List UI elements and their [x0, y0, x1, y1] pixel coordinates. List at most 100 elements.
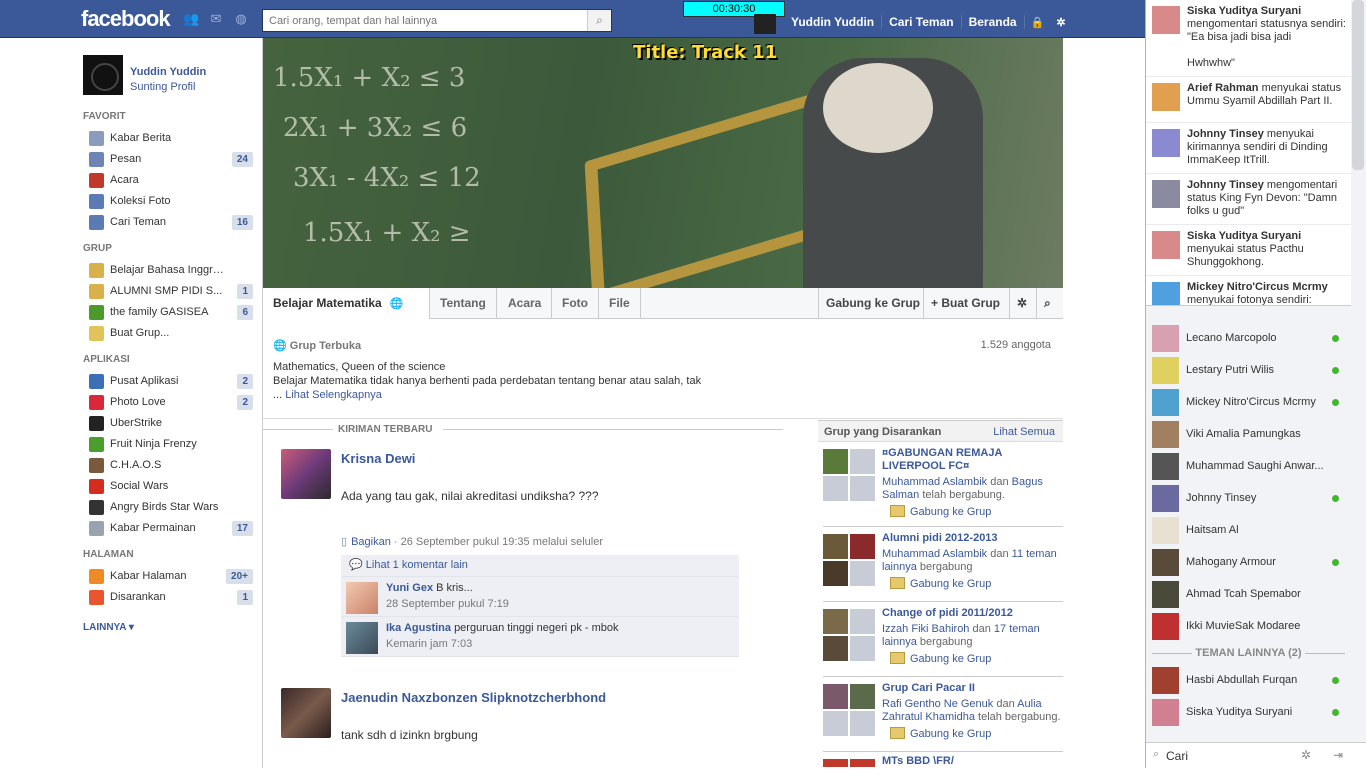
ticker-avatar[interactable]	[1152, 231, 1180, 259]
sidebar-item[interactable]: C.H.A.O.S	[83, 455, 255, 476]
member-link[interactable]: Muhammad Aslambik	[882, 548, 987, 560]
ticker-story[interactable]: Arief Rahman menyukai status Ummu Syamil…	[1146, 77, 1351, 123]
chat-friend[interactable]: Ikki MuvieSak Modaree	[1146, 610, 1351, 642]
notifications-globe-icon[interactable]: ◍	[233, 12, 249, 26]
tab-files[interactable]: File	[599, 288, 641, 319]
join-group-button[interactable]: Gabung ke Grup	[818, 288, 927, 319]
member-thumb[interactable]	[850, 476, 875, 501]
ticker-name[interactable]: Johnny Tinsey	[1187, 128, 1264, 140]
chat-friend[interactable]: Mickey Nitro'Circus Mcrmy	[1146, 386, 1351, 418]
ticker-avatar[interactable]	[1152, 282, 1180, 305]
facebook-logo[interactable]: facebook	[81, 6, 171, 32]
ticker-name[interactable]: Johnny Tinsey	[1187, 179, 1264, 191]
member-link[interactable]: Rafi Gentho Ne Genuk	[882, 698, 993, 710]
sidebar-item[interactable]: ALUMNI SMP PIDI S... 1	[83, 281, 255, 302]
sidebar-item[interactable]: Belajar Bahasa Inggris Bare...	[83, 260, 255, 281]
post-author[interactable]: Jaenudin Naxzbonzen Slipknotzcherbhond	[341, 690, 606, 705]
post-author-avatar[interactable]	[281, 688, 331, 738]
member-thumb[interactable]	[850, 684, 875, 709]
chat-friend[interactable]: Haitsam Al	[1146, 514, 1351, 546]
avatar[interactable]	[754, 14, 776, 34]
ticker-avatar[interactable]	[1152, 129, 1180, 157]
member-link[interactable]: Izzah Fiki Bahiroh	[882, 623, 969, 635]
ticker-avatar[interactable]	[1152, 6, 1180, 34]
member-count[interactable]: 1.529 anggota	[981, 339, 1051, 351]
sidebar-item[interactable]: Kabar Permainan 17	[83, 518, 255, 539]
tab-about[interactable]: Tentang	[430, 288, 497, 319]
chat-friend[interactable]: Lecano Marcopolo	[1146, 322, 1351, 354]
commenter-avatar[interactable]	[346, 622, 378, 654]
sidebar-item[interactable]: Fruit Ninja Frenzy	[83, 434, 255, 455]
sidebar-item[interactable]: the family GASISEA 6	[83, 302, 255, 323]
sidebar-item[interactable]: Acara	[83, 170, 255, 191]
find-friends-link[interactable]: Cari Teman	[882, 15, 962, 29]
ticker-name[interactable]: Siska Yuditya Suryani	[1187, 5, 1301, 17]
chat-search-input[interactable]	[1152, 747, 1292, 765]
commenter-avatar[interactable]	[346, 582, 378, 614]
join-group-link[interactable]: Gabung ke Grup	[890, 652, 991, 665]
sidebar-item[interactable]: Pesan 24	[83, 149, 255, 170]
tab-events[interactable]: Acara	[498, 288, 553, 319]
chat-friend[interactable]: Muhammad Saughi Anwar...	[1146, 450, 1351, 482]
suggested-group-title[interactable]: MTs BBD \FR/	[882, 755, 1062, 768]
commenter-name-link[interactable]: Yuni Gex	[386, 582, 433, 594]
sidebar-item[interactable]: Angry Birds Star Wars	[83, 497, 255, 518]
chat-friend[interactable]: Lestary Putri Wilis	[1146, 354, 1351, 386]
chat-friend[interactable]: Hasbi Abdullah Furqan	[1146, 664, 1351, 696]
messages-icon[interactable]: ✉	[208, 12, 224, 26]
suggested-group-title[interactable]: Change of pidi 2011/2012	[882, 607, 1062, 620]
friend-requests-icon[interactable]: 👥	[183, 12, 199, 26]
join-group-link[interactable]: Gabung ke Grup	[890, 727, 991, 740]
sidebar-item[interactable]: Cari Teman 16	[83, 212, 255, 233]
member-thumb[interactable]	[823, 711, 848, 736]
member-thumb[interactable]	[823, 534, 848, 559]
home-link[interactable]: Beranda	[962, 15, 1025, 29]
ticker-story[interactable]: Mickey Nitro'Circus Mcrmy menyukai foton…	[1146, 276, 1351, 305]
ticker-avatar[interactable]	[1152, 180, 1180, 208]
post-author-avatar[interactable]	[281, 449, 331, 499]
settings-gear-icon[interactable]: ✲	[1009, 288, 1034, 319]
member-thumb[interactable]	[850, 636, 875, 661]
sidebar-item[interactable]: Koleksi Foto	[83, 191, 255, 212]
member-thumb[interactable]	[850, 534, 875, 559]
ticker-story[interactable]: Siska Yuditya Suryani mengomentari statu…	[1146, 0, 1351, 77]
search-icon[interactable]: ⌕	[1036, 288, 1058, 319]
member-thumb[interactable]	[850, 449, 875, 474]
search-icon[interactable]: ⌕	[587, 10, 611, 31]
view-more-comments[interactable]: 💬 Lihat 1 komentar lain	[341, 555, 739, 577]
suggested-group-title[interactable]: Alumni pidi 2012-2013	[882, 532, 1062, 545]
chat-settings-gear-icon[interactable]: ✲	[1301, 748, 1311, 762]
share-link[interactable]: Bagikan	[351, 536, 391, 548]
join-group-link[interactable]: Gabung ke Grup	[890, 577, 991, 590]
sidebar-item[interactable]: Kabar Berita	[83, 128, 255, 149]
ticker-scrollbar[interactable]	[1352, 0, 1364, 170]
ticker-story[interactable]: Johnny Tinsey mengomentari status King F…	[1146, 174, 1351, 225]
sidebar-item[interactable]: Buat Grup...	[83, 323, 255, 344]
chat-friend[interactable]: Viki Amalia Pamungkas	[1146, 418, 1351, 450]
sidebar-item[interactable]: UberStrike	[83, 413, 255, 434]
tab-photos[interactable]: Foto	[552, 288, 599, 319]
group-name-tab[interactable]: Belajar Matematika 🌐	[263, 288, 430, 319]
profile-name[interactable]: Yuddin Yuddin	[130, 66, 206, 78]
join-group-link[interactable]: Gabung ke Grup	[890, 505, 991, 518]
member-thumb[interactable]	[850, 561, 875, 586]
ticker-name[interactable]: Siska Yuditya Suryani	[1187, 230, 1301, 242]
suggested-group-title[interactable]: ¤GABUNGAN REMAJA LIVERPOOL FC¤	[882, 447, 1062, 473]
member-thumb[interactable]	[823, 636, 848, 661]
popout-icon[interactable]: ⇥	[1333, 748, 1343, 762]
sidebar-item[interactable]: Social Wars	[83, 476, 255, 497]
ticker-story[interactable]: Johnny Tinsey menyukai kirimannya sendir…	[1146, 123, 1351, 174]
member-link[interactable]: Muhammad Aslambik	[882, 476, 987, 488]
privacy-lock-icon[interactable]: 🔒	[1025, 16, 1051, 29]
create-group-button[interactable]: + Buat Grup	[923, 288, 1007, 319]
member-thumb[interactable]	[823, 449, 848, 474]
ticker-story[interactable]: Siska Yuditya Suryani menyukai status Pa…	[1146, 225, 1351, 276]
comment-time[interactable]: 28 September pukul 7:19	[386, 598, 509, 610]
member-thumb[interactable]	[850, 609, 875, 634]
sidebar-item[interactable]: Kabar Halaman 20+	[83, 566, 255, 587]
sidebar-item[interactable]: Disarankan 1	[83, 587, 255, 608]
see-more-link[interactable]: Lihat Selengkapnya	[285, 389, 382, 401]
chat-friend[interactable]: Ahmad Tcah Spemabor	[1146, 578, 1351, 610]
member-thumb[interactable]	[823, 684, 848, 709]
sidebar-item[interactable]: Pusat Aplikasi 2	[83, 371, 255, 392]
